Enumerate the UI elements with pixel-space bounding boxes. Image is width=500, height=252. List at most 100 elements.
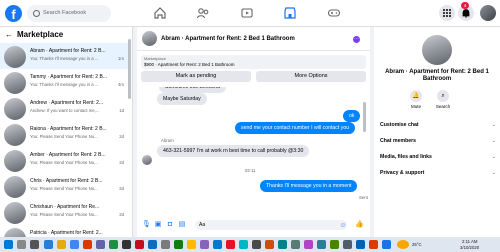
row-label: Privacy & support — [380, 170, 425, 176]
conversation-item[interactable]: Tammy · Apartment for Rent: 2 B... You: T… — [0, 69, 128, 95]
conversation-preview: You: Thanks I'll message you in a ... — [30, 56, 99, 61]
app-icon[interactable] — [96, 240, 105, 249]
account-avatar[interactable] — [480, 5, 496, 21]
listing-bar[interactable]: Marketplace $900 · Apartment for Rent: 2… — [141, 55, 366, 69]
chevron-down-icon: ⌄ — [491, 122, 496, 128]
chat-info-icon[interactable]: ⋯ — [353, 36, 360, 43]
search-icon[interactable]: ⌕ — [437, 90, 449, 102]
contact-avatar[interactable] — [422, 35, 452, 65]
app-icon[interactable] — [122, 240, 131, 249]
conversation-name: Chrishaun · Apartment for Re... — [30, 204, 100, 210]
conversation-item[interactable]: Chris · Apartment for Rent: 2 B... You: P… — [0, 173, 128, 199]
message-incoming-cut: Sometime this weekend — [159, 87, 227, 93]
app-icon[interactable] — [200, 240, 209, 249]
home-icon[interactable] — [153, 6, 167, 20]
app-icon[interactable] — [330, 240, 339, 249]
chat-header: Abram · Apartment for Rent: 2 Bed 1 Bath… — [137, 27, 370, 51]
message-input[interactable]: Aa — [195, 220, 347, 230]
conversation-item[interactable]: Raiona · Apartment for Rent: 2 B... You: … — [0, 121, 128, 147]
app-icon[interactable] — [239, 240, 248, 249]
chrome-icon[interactable] — [70, 240, 79, 249]
app-icon[interactable] — [291, 240, 300, 249]
search-label: Search — [435, 104, 451, 109]
app-icon[interactable] — [174, 240, 183, 249]
mark-pending-button[interactable]: Mark as pending — [141, 71, 251, 82]
back-arrow-icon[interactable]: ← — [5, 30, 13, 39]
weather-sun-icon[interactable] — [397, 240, 409, 249]
clock-date[interactable]: 3/10/2020 — [460, 245, 479, 250]
top-bar: f Search Facebook 4 — [0, 0, 500, 27]
windows-start-icon[interactable] — [4, 240, 13, 249]
app-icon[interactable] — [382, 240, 391, 249]
sidebar-scrollbar[interactable] — [128, 39, 131, 99]
conversation-item[interactable]: Amber · Apartment for Rent: 2 B... You: P… — [0, 147, 128, 173]
clock-time[interactable]: 2:11 AM — [462, 239, 477, 244]
app-icon[interactable] — [161, 240, 170, 249]
mute-label: Mute — [410, 104, 421, 109]
app-icon[interactable] — [265, 240, 274, 249]
conversation-item[interactable]: Abram · Apartment for Rent: 2 B... You: T… — [0, 43, 128, 69]
app-icon[interactable] — [213, 240, 222, 249]
app-icon[interactable] — [83, 240, 92, 249]
conversation-sidebar: ← Marketplace Abram · Apartment for Rent:… — [0, 27, 133, 237]
watch-icon[interactable] — [240, 6, 254, 20]
edge-icon[interactable] — [44, 240, 53, 249]
app-icon[interactable] — [148, 240, 157, 249]
app-icon[interactable] — [187, 240, 196, 249]
chevron-down-icon: ⌄ — [491, 138, 496, 144]
conversation-avatar — [4, 124, 26, 146]
app-icon[interactable] — [135, 240, 144, 249]
like-thumb-icon[interactable]: 👍 — [355, 221, 364, 229]
app-icon[interactable] — [109, 240, 118, 249]
microphone-icon[interactable]: 🎙 — [142, 221, 151, 229]
file-explorer-icon[interactable] — [57, 240, 66, 249]
app-icon[interactable] — [317, 240, 326, 249]
temperature-text: 25°C — [412, 242, 422, 247]
privacy-support-row[interactable]: Privacy & support ⌄ — [380, 170, 496, 176]
app-icon[interactable] — [226, 240, 235, 249]
chat-members-row[interactable]: Chat members ⌄ — [380, 138, 496, 144]
photo-icon[interactable]: ▣ — [154, 221, 162, 229]
task-view-icon[interactable] — [30, 240, 39, 249]
conversation-avatar — [4, 46, 26, 68]
app-icon[interactable] — [278, 240, 287, 249]
conversation-preview: You: Please Send Your Phone Nu... — [30, 212, 98, 217]
gaming-icon[interactable] — [327, 6, 341, 20]
emoji-icon[interactable]: ☺ — [339, 222, 347, 230]
conversation-avatar — [4, 176, 26, 198]
app-icon[interactable] — [343, 240, 352, 249]
conversation-item[interactable]: Andrew · Apartment for Rent: 2... Andrew:… — [0, 95, 128, 121]
chat-avatar[interactable] — [142, 31, 157, 46]
gif-icon[interactable]: ▤ — [178, 221, 186, 229]
app-icon[interactable] — [356, 240, 365, 249]
facebook-logo-icon[interactable]: f — [5, 5, 22, 22]
conversation-time: 1m — [118, 56, 124, 61]
customise-chat-row[interactable]: Customise chat ⌄ — [380, 122, 496, 128]
conversation-item[interactable]: Patricia · Apartment for Rent: 2... — [0, 225, 128, 237]
app-icon[interactable] — [369, 240, 378, 249]
notification-badge: 4 — [461, 2, 469, 9]
conversation-item[interactable]: Chrishaun · Apartment for Re... You: Plea… — [0, 199, 128, 225]
app-icon[interactable] — [304, 240, 313, 249]
mute-bell-icon[interactable]: 🔔 — [410, 90, 422, 102]
conversation-preview: You: Thanks I'll message you in a ... — [30, 82, 99, 87]
search-icon[interactable] — [17, 240, 26, 249]
app-icon[interactable] — [252, 240, 261, 249]
chat-scrollbar[interactable] — [363, 102, 366, 132]
friends-icon[interactable] — [196, 6, 210, 20]
conversation-time: 2d — [119, 212, 124, 217]
chat-title[interactable]: Abram · Apartment for Rent: 2 Bed 1 Bath… — [161, 36, 295, 42]
chat-info-panel: Abram · Apartment for Rent: 2 Bed 1 Bath… — [374, 27, 500, 237]
search-icon — [33, 10, 40, 17]
conversation-avatar — [4, 228, 26, 237]
conversation-name: Raiona · Apartment for Rent: 2 B... — [30, 126, 107, 132]
menu-grid-icon[interactable] — [439, 5, 455, 21]
conversation-avatar — [4, 72, 26, 94]
marketplace-icon[interactable] — [283, 6, 297, 20]
media-files-links-row[interactable]: Media, files and links ⌄ — [380, 154, 496, 160]
more-options-button[interactable]: More Options — [256, 71, 366, 82]
conversation-name: Patricia · Apartment for Rent: 2... — [30, 230, 103, 236]
sidebar-header: ← Marketplace — [5, 30, 63, 39]
search-box[interactable]: Search Facebook — [27, 5, 111, 22]
sticker-icon[interactable]: ◘ — [166, 221, 174, 229]
